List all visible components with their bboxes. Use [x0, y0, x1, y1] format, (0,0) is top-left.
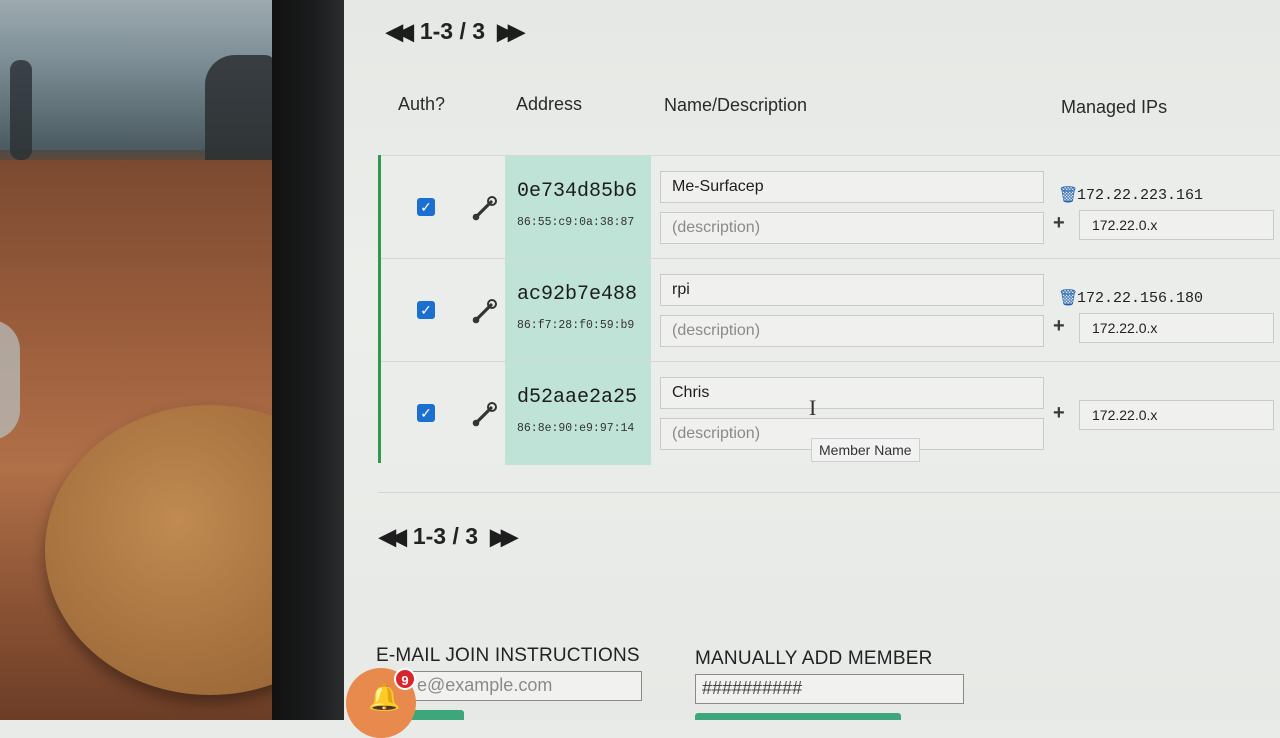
add-member-button[interactable] — [695, 713, 901, 720]
add-ip-field[interactable]: 172.22.0.x — [1079, 313, 1274, 343]
member-name-field[interactable]: rpi — [660, 274, 1044, 306]
wrench-icon[interactable] — [471, 400, 499, 428]
member-mac: 86:55:c9:0a:38:87 — [517, 216, 635, 229]
notification-badge: 9 — [394, 668, 416, 690]
notifications-button[interactable]: 🔔 9 — [346, 668, 416, 738]
text-cursor-icon: I — [809, 395, 817, 420]
member-address: d52aae2a25 86:8e:90:e9:97:14 — [505, 362, 651, 465]
email-send-button[interactable] — [410, 710, 464, 720]
wrench-icon[interactable] — [471, 194, 499, 222]
background-chair — [205, 55, 275, 165]
add-ip-field[interactable]: 172.22.0.x — [1079, 400, 1274, 430]
first-page-icon[interactable]: ◀◀ — [379, 524, 407, 550]
bell-icon: 🔔 — [368, 682, 401, 712]
member-description-field[interactable]: (description) — [660, 315, 1044, 347]
pager-bottom: ◀◀ 1-3 / 3 ▶▶ — [379, 523, 518, 550]
member-name-tooltip: Member Name — [811, 438, 920, 462]
member-mac: 86:8e:90:e9:97:14 — [517, 422, 635, 435]
member-description-field[interactable]: (description) — [660, 212, 1044, 244]
member-mac: 86:f7:28:f0:59:b9 — [517, 319, 635, 332]
pager-top: ◀◀ 1-3 / 3 ▶▶ — [386, 18, 525, 45]
last-page-icon[interactable]: ▶▶ — [497, 19, 525, 45]
email-input[interactable]: e@example.com — [410, 671, 642, 701]
add-ip-field[interactable]: 172.22.0.x — [1079, 210, 1274, 240]
first-page-icon[interactable]: ◀◀ — [386, 19, 414, 45]
table-row: ✓ ac92b7e488 86:f7:28:f0:59:b9 rpi (desc… — [381, 258, 1280, 362]
table-row: ✓ 0e734d85b6 86:55:c9:0a:38:87 Me-Surfac… — [381, 155, 1280, 259]
trash-icon[interactable]: 🗑 — [1058, 288, 1078, 308]
last-page-icon[interactable]: ▶▶ — [490, 524, 518, 550]
pager-count: 1-3 / 3 — [419, 18, 486, 44]
column-header-name: Name/Description — [664, 95, 808, 115]
column-header-auth: Auth? — [398, 94, 446, 114]
member-name-field[interactable]: Me-Surfacep — [660, 171, 1044, 203]
member-address: 0e734d85b6 86:55:c9:0a:38:87 — [505, 156, 651, 259]
managed-ip: 172.22.156.180 — [1077, 290, 1204, 307]
member-address: ac92b7e488 86:f7:28:f0:59:b9 — [505, 259, 651, 362]
column-header-address: Address — [516, 94, 583, 114]
wrench-icon[interactable] — [471, 297, 499, 325]
auth-checkbox[interactable]: ✓ — [417, 404, 435, 422]
divider — [378, 492, 1280, 493]
background-cup — [0, 320, 20, 440]
column-header-managed-ips: Managed IPs — [1061, 97, 1168, 117]
plus-icon[interactable]: + — [1053, 212, 1065, 235]
pager-count: 1-3 / 3 — [412, 523, 479, 549]
laptop-bezel — [272, 0, 344, 720]
members-table: ✓ 0e734d85b6 86:55:c9:0a:38:87 Me-Surfac… — [378, 155, 1280, 465]
managed-ip: 172.22.223.161 — [1077, 187, 1204, 204]
member-id: ac92b7e488 — [517, 283, 638, 306]
trash-icon[interactable]: 🗑 — [1058, 185, 1078, 205]
plus-icon[interactable]: + — [1053, 402, 1065, 425]
member-id-input[interactable]: ########## — [695, 674, 964, 704]
email-join-label: E-MAIL JOIN INSTRUCTIONS — [376, 645, 640, 666]
member-id: d52aae2a25 — [517, 386, 638, 409]
auth-checkbox[interactable]: ✓ — [417, 198, 435, 216]
auth-checkbox[interactable]: ✓ — [417, 301, 435, 319]
background-chair — [10, 60, 32, 160]
member-name-field[interactable]: Chris — [660, 377, 1044, 409]
member-id: 0e734d85b6 — [517, 180, 638, 203]
manual-add-label: MANUALLY ADD MEMBER — [695, 648, 933, 669]
plus-icon[interactable]: + — [1053, 315, 1065, 338]
screen: ◀◀ 1-3 / 3 ▶▶ Auth? Address Name/Descrip… — [344, 0, 1280, 720]
